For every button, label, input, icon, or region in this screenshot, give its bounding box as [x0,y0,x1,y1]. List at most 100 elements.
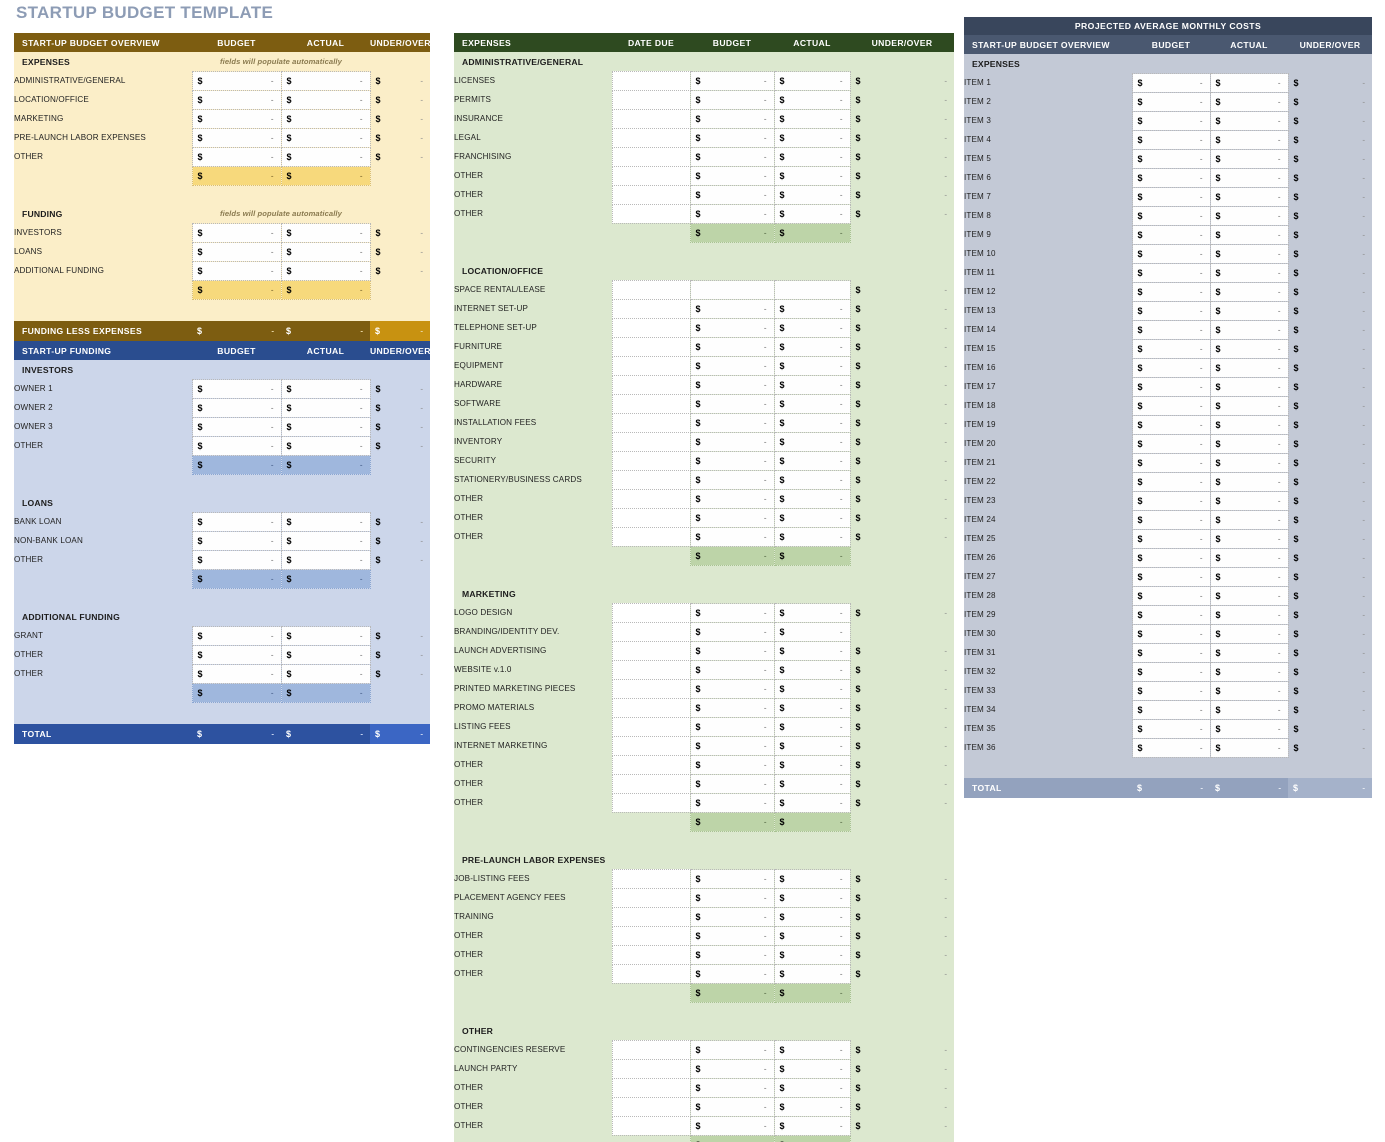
projected-underover-cell[interactable]: $ - [1288,339,1372,358]
expenses-date-due-cell[interactable] [611,108,691,129]
expenses-actual-cell[interactable]: $ - [773,89,851,110]
projected-underover-cell[interactable]: $ - [1288,643,1372,662]
projected-total-actual-cell[interactable]: $ - [1210,778,1288,798]
projected-actual-cell[interactable]: $ - [1209,642,1289,663]
expenses-budget-cell[interactable]: $ - [689,773,775,794]
expenses-budget-cell[interactable]: $ - [689,184,775,205]
expenses-date-due-cell[interactable] [611,602,691,623]
expenses-actual-cell[interactable]: $ - [773,127,851,148]
projected-underover-cell[interactable]: $ - [1288,738,1372,757]
projected-underover-cell[interactable]: $ - [1288,168,1372,187]
overview-funding-subtotal-actual-cell[interactable]: $ - [280,279,371,300]
projected-underover-cell[interactable]: $ - [1288,187,1372,206]
funding-underover-cell[interactable]: $ - [370,550,430,569]
projected-actual-cell[interactable]: $ - [1209,224,1289,245]
expenses-underover-cell[interactable]: $ - [850,90,954,109]
expenses-actual-cell[interactable]: $ - [773,735,851,756]
projected-underover-cell[interactable]: $ - [1288,130,1372,149]
funding-subtotal-budget-cell[interactable]: $ - [191,682,282,703]
projected-actual-cell[interactable]: $ - [1209,604,1289,625]
expenses-underover-cell[interactable]: $ - [850,717,954,736]
expenses-subtotal-actual-cell[interactable]: $- [773,811,851,832]
projected-budget-cell[interactable]: $ - [1131,395,1211,416]
projected-underover-cell[interactable]: $ - [1288,73,1372,92]
expenses-date-due-cell[interactable] [611,1077,691,1098]
expenses-date-due-cell[interactable] [611,963,691,984]
funding-subtotal-actual-cell[interactable]: $ - [280,682,371,703]
expenses-budget-cell[interactable]: $ - [689,89,775,110]
expenses-date-due-cell[interactable] [611,146,691,167]
projected-budget-cell[interactable]: $ - [1131,452,1211,473]
expenses-budget-cell[interactable]: $ - [689,754,775,775]
expenses-underover-cell[interactable]: $ - [850,945,954,964]
expenses-subtotal-budget-cell[interactable]: $- [689,545,775,566]
projected-budget-cell[interactable]: $ - [1131,623,1211,644]
overview-funding-subtotal-budget-cell[interactable]: $ - [191,279,282,300]
expenses-underover-cell[interactable]: $ - [850,375,954,394]
expenses-date-due-cell[interactable] [611,887,691,908]
projected-budget-cell[interactable]: $ - [1131,186,1211,207]
expenses-actual-cell[interactable]: $ - [773,868,851,889]
projected-underover-cell[interactable]: $ - [1288,624,1372,643]
expenses-date-due-cell[interactable] [611,127,691,148]
overview-expense-underover-cell[interactable]: $ - [370,71,430,90]
funding-underover-cell[interactable]: $ - [370,379,430,398]
projected-underover-cell[interactable]: $ - [1288,282,1372,301]
overview-expense-underover-cell[interactable]: $ - [370,128,430,147]
overview-expense-underover-cell[interactable]: $ - [370,147,430,166]
expenses-underover-cell[interactable]: $ - [850,926,954,945]
expenses-budget-cell[interactable]: $ - [689,640,775,661]
expenses-budget-cell[interactable]: $ - [689,678,775,699]
expenses-date-due-cell[interactable] [611,89,691,110]
expenses-underover-cell[interactable]: $ - [850,185,954,204]
expenses-actual-cell[interactable]: $ - [773,412,851,433]
projected-actual-cell[interactable]: $ - [1209,509,1289,530]
expenses-budget-cell[interactable]: $ - [689,1039,775,1060]
projected-underover-cell[interactable]: $ - [1288,719,1372,738]
expenses-actual-cell[interactable]: $ - [773,1077,851,1098]
expenses-budget-cell[interactable]: $ - [689,925,775,946]
projected-underover-cell[interactable]: $ - [1288,700,1372,719]
expenses-actual-cell[interactable]: $ - [773,963,851,984]
expenses-underover-cell[interactable]: $ - [850,603,954,622]
expenses-underover-cell[interactable]: $ - [850,508,954,527]
expenses-actual-cell[interactable]: $ - [773,317,851,338]
funding-actual-cell[interactable]: $ - [280,644,371,665]
expenses-underover-cell[interactable]: $ - [850,356,954,375]
projected-underover-cell[interactable]: $ - [1288,149,1372,168]
funding-total-budget-cell[interactable]: $ - [192,724,281,744]
expenses-date-due-cell[interactable] [611,1058,691,1079]
funding-actual-cell[interactable]: $ - [280,397,371,418]
expenses-underover-cell[interactable]: $ - [850,109,954,128]
projected-actual-cell[interactable]: $ - [1209,338,1289,359]
projected-underover-cell[interactable]: $ - [1288,681,1372,700]
expenses-date-due-cell[interactable] [611,659,691,680]
funding-total-actual-cell[interactable]: $ - [281,724,370,744]
expenses-underover-cell[interactable]: $ - [850,299,954,318]
funding-underover-cell[interactable]: $ - [370,512,430,531]
projected-budget-cell[interactable]: $ - [1131,528,1211,549]
expenses-actual-cell[interactable]: $ - [773,697,851,718]
funding-underover-cell[interactable]: $ - [370,398,430,417]
expenses-date-due-cell[interactable] [611,431,691,452]
fle-actual-cell[interactable]: $ - [281,321,370,341]
expenses-underover-cell[interactable]: $ - [850,318,954,337]
projected-budget-cell[interactable]: $ - [1131,262,1211,283]
expenses-date-due-cell[interactable] [611,526,691,547]
expenses-underover-cell[interactable]: $ - [850,1040,954,1059]
fle-underover-cell[interactable]: $ - [370,321,430,341]
expenses-subtotal-budget-cell[interactable]: $- [689,811,775,832]
expenses-underover-cell[interactable]: $ - [850,679,954,698]
projected-underover-cell[interactable]: $ - [1288,434,1372,453]
expenses-date-due-cell[interactable] [611,773,691,794]
expenses-subtotal-budget-cell[interactable]: $- [689,222,775,243]
projected-underover-cell[interactable]: $ - [1288,491,1372,510]
projected-budget-cell[interactable]: $ - [1131,72,1211,93]
expenses-actual-cell[interactable]: $ - [773,431,851,452]
expenses-actual-cell[interactable]: $ - [773,906,851,927]
expenses-underover-cell[interactable]: $ - [850,1078,954,1097]
projected-actual-cell[interactable]: $ - [1209,129,1289,150]
funding-actual-cell[interactable]: $ - [280,511,371,532]
projected-actual-cell[interactable]: $ - [1209,699,1289,720]
expenses-underover-cell[interactable]: $ - [850,888,954,907]
